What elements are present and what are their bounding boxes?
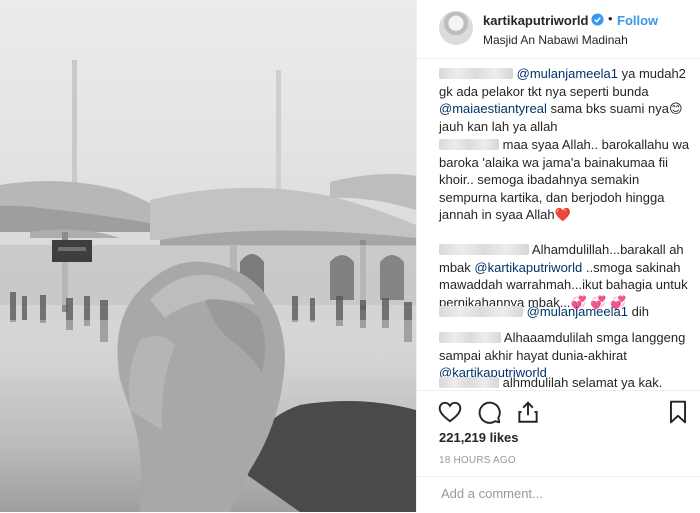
instagram-post: kartikaputriworld • Follow Masjid An Nab…	[0, 0, 700, 512]
blurred-username	[439, 139, 499, 150]
comment-text: sama bks suami nya	[546, 101, 669, 116]
comment-text: alhmdulilah selamat ya kak.	[502, 375, 663, 390]
comment: Alhamdulillah...barakall ah mbak @kartik…	[439, 241, 691, 311]
comments-list[interactable]: @mulanjameela1 ya mudah2 gk ada pelakor …	[417, 60, 700, 390]
blurred-username	[439, 332, 501, 343]
likes-count[interactable]: 221,219 likes	[439, 430, 519, 445]
blurred-username	[439, 68, 513, 79]
smile-emoji: 😊	[668, 101, 683, 116]
blurred-username	[439, 377, 499, 388]
add-comment-input[interactable]	[439, 485, 683, 502]
comment: maa syaa Allah.. barokallahu wa baroka '…	[439, 136, 691, 224]
comment: @mulanjameela1 dih	[439, 303, 691, 321]
blurred-username	[439, 306, 523, 317]
mosque-hands-photo	[0, 60, 416, 512]
avatar[interactable]	[439, 11, 473, 45]
comment-text: dih	[627, 304, 649, 319]
post-timestamp[interactable]: 18 HOURS AGO	[439, 455, 516, 466]
share-arrow-icon[interactable]	[515, 399, 541, 425]
heart-outline-icon[interactable]	[437, 399, 463, 425]
bookmark-icon[interactable]	[665, 399, 691, 425]
add-comment-bar	[417, 476, 700, 513]
speech-bubble-icon[interactable]	[476, 399, 502, 425]
verified-badge-icon	[591, 13, 604, 26]
action-bar	[417, 390, 700, 431]
mention-link[interactable]: @mulanjameela1	[517, 66, 618, 81]
comment-text: jauh kan lah ya allah	[439, 118, 558, 134]
comment: @mulanjameela1 ya mudah2 gk ada pelakor …	[439, 65, 691, 135]
post-header: kartikaputriworld • Follow Masjid An Nab…	[417, 0, 700, 59]
mention-link[interactable]: @kartikaputriworld	[474, 260, 582, 275]
mention-link[interactable]: @maiaestiantyreal	[439, 101, 547, 116]
comment: alhmdulilah selamat ya kak.	[439, 374, 691, 390]
location-link[interactable]: Masjid An Nabawi Madinah	[483, 33, 628, 47]
follow-button[interactable]: Follow	[617, 13, 658, 28]
blurred-username	[439, 244, 529, 255]
heart-emoji: ❤️	[554, 207, 571, 222]
post-photo[interactable]	[0, 0, 416, 512]
post-side-panel: kartikaputriworld • Follow Masjid An Nab…	[416, 0, 700, 512]
separator-dot: •	[608, 11, 613, 26]
username[interactable]: kartikaputriworld	[483, 13, 588, 28]
mention-link[interactable]: @mulanjameela1	[527, 304, 628, 319]
